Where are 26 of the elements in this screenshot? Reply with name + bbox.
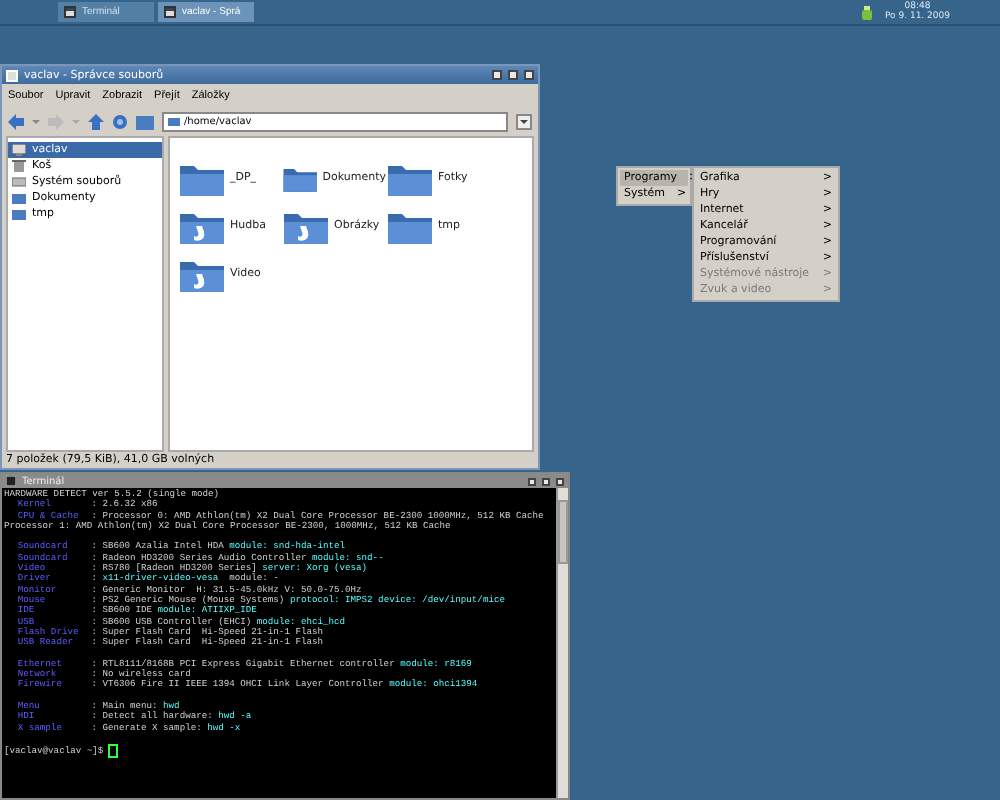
cursor xyxy=(108,744,119,758)
maximize-button[interactable] xyxy=(508,70,518,80)
close-button[interactable] xyxy=(556,477,564,485)
caret-button[interactable] xyxy=(32,117,40,125)
caret-icon xyxy=(72,117,80,125)
scrollbar[interactable] xyxy=(556,488,568,798)
drive-icon xyxy=(12,176,26,188)
trash-icon xyxy=(12,160,26,172)
window-icon xyxy=(6,69,18,81)
minimize-button[interactable] xyxy=(528,477,536,485)
back-icon xyxy=(8,113,24,129)
forward-icon xyxy=(48,113,64,129)
folder-icon xyxy=(168,115,180,127)
window-icon xyxy=(64,6,76,18)
close-button[interactable] xyxy=(524,70,534,80)
window-icon xyxy=(164,6,176,18)
minimize-button[interactable] xyxy=(492,70,502,80)
folder-button[interactable] xyxy=(136,113,154,129)
back-button[interactable] xyxy=(8,113,24,129)
dropdown-button[interactable] xyxy=(516,113,532,129)
caret-icon xyxy=(32,117,40,125)
maximize-button[interactable] xyxy=(542,477,550,485)
up-button[interactable] xyxy=(88,113,104,129)
caret-icon xyxy=(520,119,528,123)
monitor-icon xyxy=(12,144,26,156)
up-icon xyxy=(88,113,104,129)
